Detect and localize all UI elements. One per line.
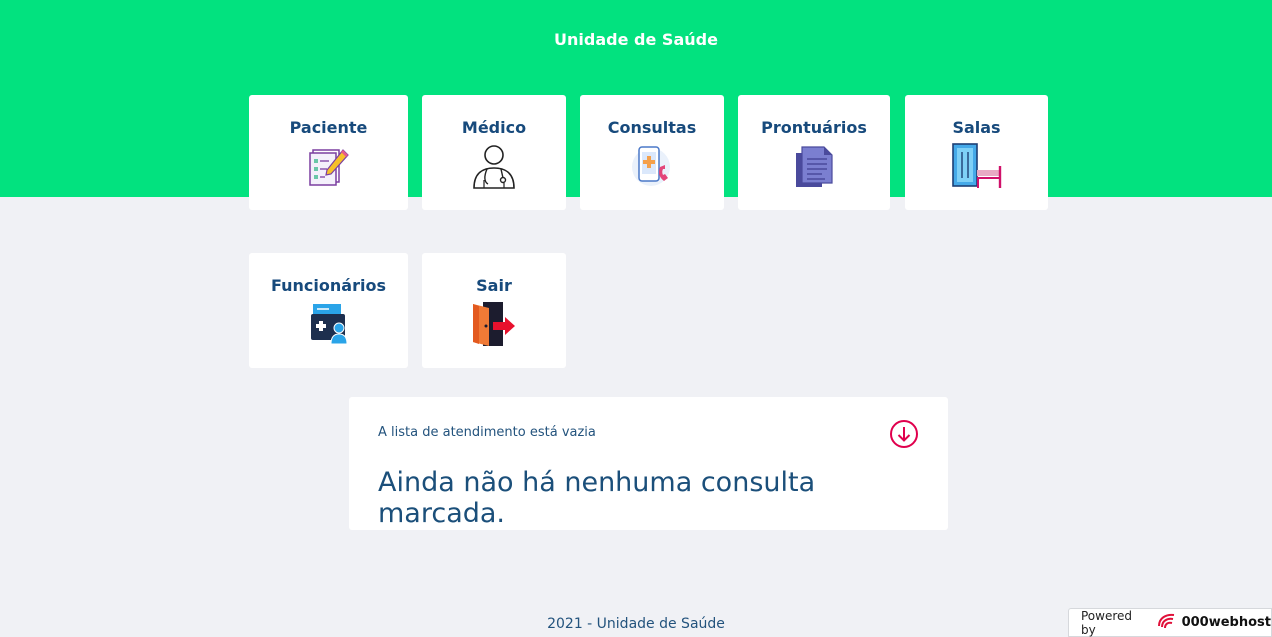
appointments-notice: A lista de atendimento está vazia Ainda … — [349, 397, 948, 530]
menu-card-label: Salas — [952, 118, 1001, 137]
room-bed-icon — [951, 142, 1003, 190]
menu-card-label: Médico — [461, 118, 527, 137]
menu-card-funcionarios[interactable]: Funcionários — [249, 253, 408, 368]
menu-card-label: Sair — [476, 276, 512, 295]
staff-folder-icon — [303, 300, 355, 348]
site-title: Unidade de Saúde — [554, 30, 718, 49]
exit-door-icon — [468, 300, 520, 348]
menu-card-medico[interactable]: Médico — [422, 95, 566, 210]
notice-message: Ainda não há nenhuma consulta marcada. — [378, 467, 816, 529]
menu-card-label: Paciente — [289, 118, 368, 137]
doctor-icon — [468, 142, 520, 190]
menu-card-label: Consultas — [607, 118, 697, 137]
notice-subtitle: A lista de atendimento está vazia — [378, 425, 596, 440]
documents-icon — [788, 142, 840, 190]
menu-card-sair[interactable]: Sair — [422, 253, 566, 368]
menu-card-label: Prontuários — [761, 118, 867, 137]
powered-by-brand: 000webhost — [1181, 615, 1271, 630]
menu-card-consultas[interactable]: Consultas — [580, 95, 724, 210]
powered-by-label: Powered by — [1081, 608, 1133, 637]
webhost-logo-icon — [1156, 612, 1178, 633]
phone-medical-icon — [626, 142, 678, 190]
checklist-pencil-icon — [303, 142, 355, 190]
powered-by-badge[interactable]: Powered by 000webhost — [1068, 608, 1272, 637]
menu-card-label: Funcionários — [271, 276, 386, 295]
menu-card-prontuarios[interactable]: Prontuários — [738, 95, 890, 210]
menu-card-paciente[interactable]: Paciente — [249, 95, 408, 210]
menu-card-salas[interactable]: Salas — [905, 95, 1048, 210]
arrow-down-circle-icon[interactable] — [889, 419, 919, 449]
